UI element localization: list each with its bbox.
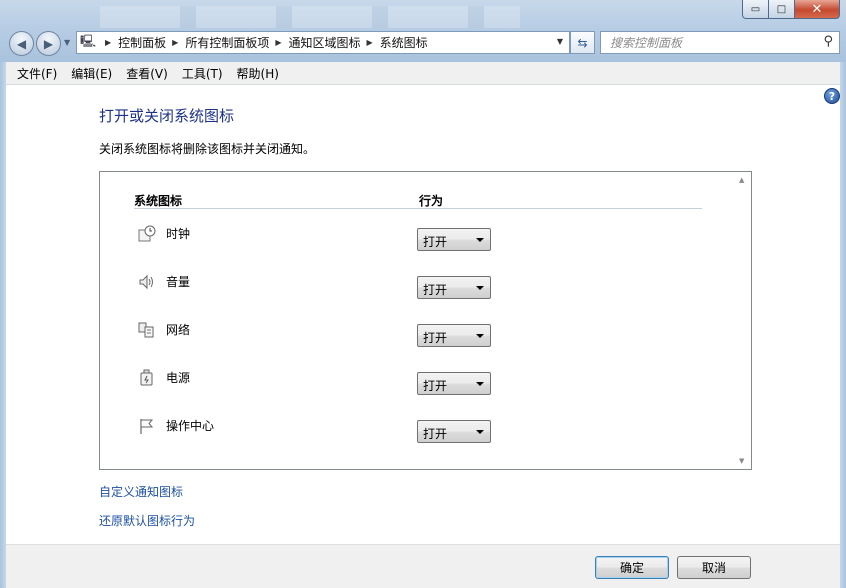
menu-file[interactable]: 文件(F) bbox=[10, 65, 64, 82]
select-value: 打开 bbox=[423, 331, 448, 345]
chevron-down-icon bbox=[476, 430, 484, 434]
clock-icon bbox=[138, 225, 156, 242]
refresh-button[interactable]: ⇆ bbox=[570, 31, 595, 54]
customize-notification-icons-link[interactable]: 自定义通知图标 bbox=[99, 483, 183, 500]
action-center-flag-icon bbox=[140, 419, 154, 434]
table-row: 操作中心 打开 bbox=[138, 414, 498, 443]
table-row: 网络 打开 bbox=[138, 318, 498, 347]
restore-default-behavior-link[interactable]: 还原默认图标行为 bbox=[99, 512, 195, 529]
breadcrumb-item[interactable]: 控制面板 bbox=[118, 34, 166, 51]
dialog-footer: 确定 取消 bbox=[6, 544, 840, 588]
search-box[interactable]: ⚲ bbox=[600, 31, 840, 54]
cancel-button[interactable]: 取消 bbox=[677, 556, 751, 579]
menu-help[interactable]: 帮助(H) bbox=[230, 65, 286, 82]
row-label: 操作中心 bbox=[166, 419, 215, 433]
table-row: 音量 打开 bbox=[138, 270, 498, 299]
scroll-up-icon[interactable]: ▲ bbox=[739, 176, 744, 184]
select-value: 打开 bbox=[423, 235, 448, 249]
maximize-button[interactable]: □ bbox=[769, 0, 795, 19]
ok-button[interactable]: 确定 bbox=[595, 556, 669, 579]
chevron-right-icon[interactable]: ▶ bbox=[172, 38, 178, 47]
behavior-select-clock[interactable]: 打开 bbox=[417, 228, 491, 251]
row-label: 电源 bbox=[166, 371, 191, 385]
breadcrumb: ▶ 控制面板 ▶ 所有控制面板项 ▶ 通知区域图标 ▶ 系统图标 bbox=[99, 32, 428, 53]
main-content: ? 打开或关闭系统图标 关闭系统图标将删除该图标并关闭通知。 ▲ ▼ 系统图标 … bbox=[6, 85, 840, 544]
system-icons-panel: ▲ ▼ 系统图标 行为 时钟 打开 音量 打开 网络 打开 电源 打开 操作中心… bbox=[99, 171, 752, 470]
close-button[interactable]: ✕ bbox=[795, 0, 840, 19]
row-label: 音量 bbox=[166, 275, 191, 289]
minimize-button[interactable]: ▭ bbox=[742, 0, 769, 19]
chevron-right-icon[interactable]: ▶ bbox=[275, 38, 281, 47]
background-taskbar-blur bbox=[100, 6, 520, 28]
chevron-down-icon bbox=[476, 238, 484, 242]
back-arrow-icon: ◀ bbox=[16, 36, 27, 51]
behavior-select-action-center[interactable]: 打开 bbox=[417, 420, 491, 443]
chevron-down-icon bbox=[476, 382, 484, 386]
computer-icon: 🖳 bbox=[79, 34, 96, 48]
chevron-down-icon bbox=[476, 334, 484, 338]
select-value: 打开 bbox=[423, 427, 448, 441]
behavior-select-power[interactable]: 打开 bbox=[417, 372, 491, 395]
table-row: 时钟 打开 bbox=[138, 222, 498, 251]
power-icon bbox=[140, 369, 153, 386]
menu-edit[interactable]: 编辑(E) bbox=[64, 65, 119, 82]
page-description: 关闭系统图标将删除该图标并关闭通知。 bbox=[99, 142, 316, 156]
breadcrumb-item[interactable]: 所有控制面板项 bbox=[185, 34, 269, 51]
table-header: 系统图标 行为 bbox=[134, 192, 702, 209]
table-row: 电源 打开 bbox=[138, 366, 498, 395]
window-controls: ▭ □ ✕ bbox=[742, 0, 840, 20]
search-icon[interactable]: ⚲ bbox=[823, 34, 833, 49]
refresh-icon: ⇆ bbox=[577, 35, 588, 50]
window-titlebar: ▭ □ ✕ ◀ ▶ ▼ 🖳 ▶ 控制面板 ▶ 所有控制面板项 ▶ 通知区域图标 … bbox=[0, 0, 846, 62]
forward-arrow-icon: ▶ bbox=[43, 36, 54, 51]
row-label: 网络 bbox=[166, 323, 191, 337]
chevron-down-icon bbox=[476, 286, 484, 290]
help-icon[interactable]: ? bbox=[824, 88, 840, 104]
column-header-behavior: 行为 bbox=[419, 194, 444, 208]
behavior-select-network[interactable]: 打开 bbox=[417, 324, 491, 347]
menu-view[interactable]: 查看(V) bbox=[119, 65, 175, 82]
scroll-down-icon[interactable]: ▼ bbox=[739, 457, 744, 465]
breadcrumb-item[interactable]: 通知区域图标 bbox=[289, 34, 361, 51]
back-button[interactable]: ◀ bbox=[9, 31, 34, 56]
chevron-right-icon[interactable]: ▶ bbox=[105, 38, 111, 47]
breadcrumb-item[interactable]: 系统图标 bbox=[380, 34, 428, 51]
vertical-scrollbar[interactable]: ▲ ▼ bbox=[734, 172, 751, 469]
chevron-right-icon[interactable]: ▶ bbox=[367, 38, 373, 47]
column-header-icon: 系统图标 bbox=[134, 194, 183, 208]
menu-bar: 文件(F) 编辑(E) 查看(V) 工具(T) 帮助(H) bbox=[6, 62, 840, 85]
select-value: 打开 bbox=[423, 379, 448, 393]
address-bar[interactable]: 🖳 ▶ 控制面板 ▶ 所有控制面板项 ▶ 通知区域图标 ▶ 系统图标 ▼ bbox=[76, 31, 570, 54]
row-label: 时钟 bbox=[166, 227, 191, 241]
select-value: 打开 bbox=[423, 283, 448, 297]
window-frame-right bbox=[840, 62, 846, 588]
behavior-select-volume[interactable]: 打开 bbox=[417, 276, 491, 299]
search-input[interactable] bbox=[601, 32, 801, 53]
forward-button[interactable]: ▶ bbox=[36, 31, 61, 56]
menu-tools[interactable]: 工具(T) bbox=[175, 65, 230, 82]
address-dropdown-icon[interactable]: ▼ bbox=[557, 37, 563, 46]
recent-pages-dropdown[interactable]: ▼ bbox=[64, 38, 70, 47]
page-title: 打开或关闭系统图标 bbox=[99, 107, 235, 125]
network-icon bbox=[138, 322, 154, 338]
volume-icon bbox=[139, 274, 153, 290]
